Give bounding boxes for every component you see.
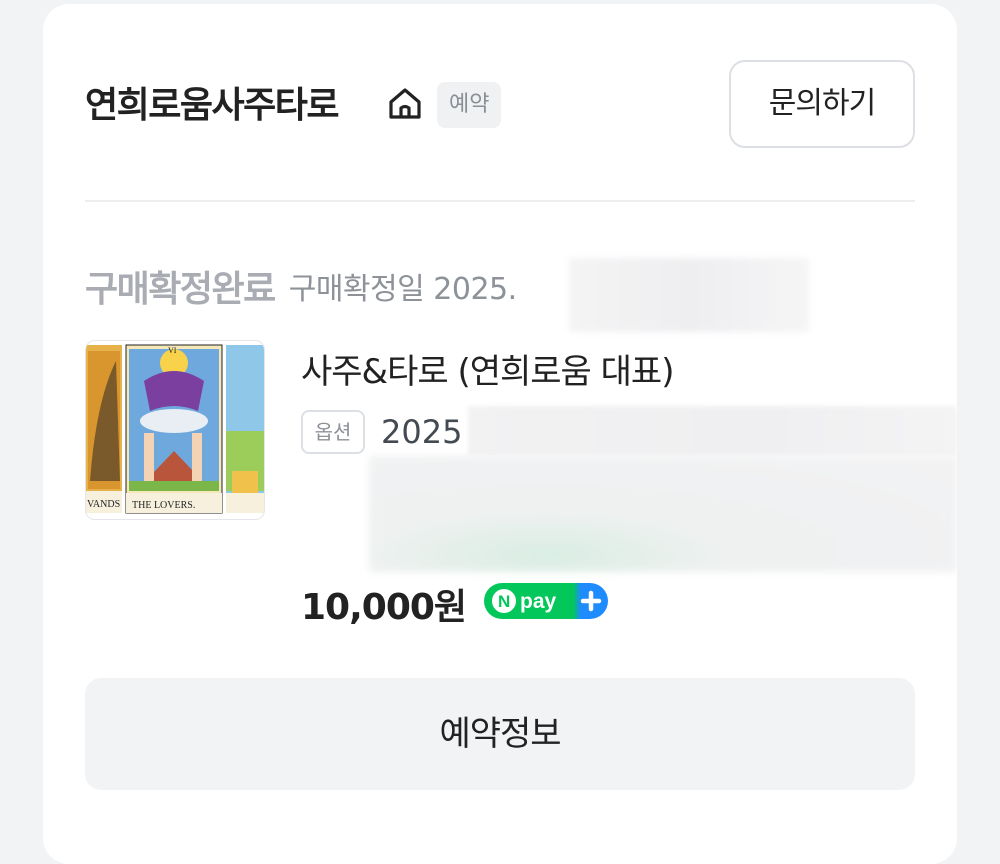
card-header: 연희로움사주타로 예약 문의하기 [85, 56, 915, 152]
confirm-date: 구매확정일 2025. [288, 272, 517, 307]
reservation-info-button[interactable]: 예약정보 [85, 678, 915, 790]
redacted-area [569, 258, 809, 332]
card-caption: THE LOVERS. [132, 500, 195, 511]
redacted-area [369, 456, 957, 572]
svg-text:pay: pay [520, 590, 557, 613]
divider [85, 200, 915, 202]
order-card: 연희로움사주타로 예약 문의하기 구매확정완료 구매확정일 2025. VANDS… [43, 4, 957, 864]
product-title[interactable]: 사주&타로 (연희로움 대표) [301, 344, 674, 393]
option-value: 2025 [381, 413, 463, 451]
order-status-row: 구매확정완료 구매확정일 2025. [85, 260, 517, 310]
store-name[interactable]: 연희로움사주타로 [85, 76, 339, 128]
card-numeral: VI [168, 346, 177, 355]
reservation-badge: 예약 [437, 82, 502, 128]
tarot-card-image: VANDS VI THE LOVERS. [86, 344, 264, 514]
price: 10,000원 [301, 587, 467, 628]
order-status: 구매확정완료 [85, 269, 276, 310]
inquiry-button[interactable]: 문의하기 [729, 60, 915, 148]
home-icon[interactable] [386, 84, 424, 122]
product-thumbnail[interactable]: VANDS VI THE LOVERS. [85, 340, 265, 520]
card-caption-left: VANDS [87, 499, 120, 510]
svg-text:N: N [498, 592, 510, 611]
redacted-area [468, 406, 957, 456]
option-tag: 옵션 [301, 410, 365, 454]
npay-plus-badge: N pay [484, 583, 608, 619]
